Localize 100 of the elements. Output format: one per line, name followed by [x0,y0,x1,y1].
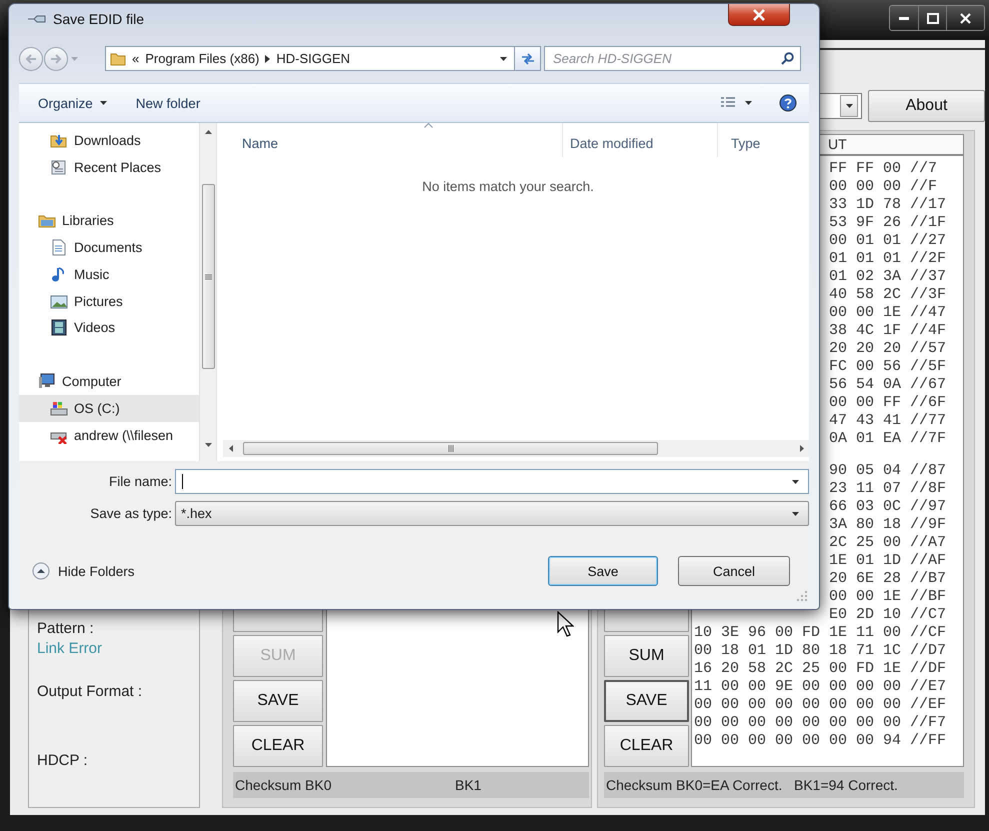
hex-line: 00 00 1E //47 [829,304,946,322]
hex-line: 47 43 41 //77 [829,412,946,430]
search-icon [781,52,794,65]
field-label: Save as type: [89,506,173,521]
hide-folders-button[interactable]: Hide Folders [30,560,137,582]
computer-icon [38,373,56,390]
back-button[interactable] [19,46,43,70]
resize-grip-icon [797,591,807,601]
hex-line: 3A 80 18 //9F [829,516,946,534]
help-icon [779,94,797,112]
recent-places-icon [50,158,68,176]
hex-line: 40 58 2C //3F [829,286,946,304]
minimize-icon [899,16,909,20]
column-header[interactable]: Date modified [563,123,718,157]
organize-menu[interactable]: Organize [38,92,108,114]
help-button[interactable] [779,94,797,112]
caret-icon [791,478,800,486]
hex-line: 00 00 00 00 00 00 00 00 //EF [694,696,946,714]
hex-line: FC 00 56 //5F [829,358,946,376]
hex-line: 00 01 01 //27 [829,232,946,250]
hex-line: 00 00 1E //BF [829,588,946,606]
caret-icon [499,54,508,62]
folder-icon [110,51,126,66]
field-label: File name: [108,474,173,489]
hex-line: 01 02 3A //37 [829,268,946,286]
dialog-button[interactable]: Cancel [678,556,790,586]
status-text: BK1 [455,777,482,793]
caret-icon [744,99,753,107]
nav-item[interactable]: Music [19,260,199,288]
nav-item[interactable]: andrew (\\filesen [19,422,199,449]
hex-line: 00 00 00 00 00 00 00 00 //F7 [694,714,946,732]
grip-icon [204,274,212,280]
close-icon [960,12,971,24]
refresh-button[interactable] [515,46,541,71]
chevron-right-icon [265,54,270,62]
forward-button[interactable] [44,46,68,70]
breadcrumb-item[interactable]: Program Files (x86) [145,51,260,66]
picture-icon [50,292,68,310]
breadcrumb-overflow[interactable]: « [132,51,140,66]
search-field[interactable]: Search HD-SIGGEN [544,46,801,71]
column-header[interactable]: Name [217,123,563,157]
status-text: Checksum BK0=EA Correct. [605,777,784,793]
collapse-up-icon [32,562,50,580]
hex-line: 11 00 00 9E 00 00 00 00 //E7 [694,678,946,696]
new-folder-button[interactable]: New folder [136,92,200,114]
back-arrow-icon [25,52,37,64]
close-button[interactable] [946,6,984,30]
block-button[interactable]: SAVE [604,680,689,722]
caret-icon [791,510,800,518]
address-bar[interactable]: « Program Files (x86) HD-SIGGEN [105,46,515,71]
nav-item[interactable]: Computer [19,368,199,395]
scroll-thumb[interactable] [202,184,214,369]
list-view-icon [720,96,736,110]
horizontal-scrollbar[interactable] [223,440,809,457]
scroll-left-icon [228,445,232,452]
about-button[interactable]: About [868,90,985,122]
document-icon [50,239,68,256]
hex-line: 00 00 00 //F [829,178,938,196]
nav-item[interactable]: OS (C:) [19,394,199,422]
hex-line: 38 4C 1F //4F [829,322,946,340]
hex-line: 00 18 01 1D 80 18 71 1C //D7 [694,642,946,660]
block-button[interactable]: CLEAR [604,725,689,767]
file-type-dropdown[interactable]: *.hex [175,501,809,526]
field-label: Output Format : [37,683,144,701]
window-app-icon [27,14,47,24]
text-caret [182,474,183,489]
minimize-button[interactable] [890,6,918,30]
hex-line: 0A 01 EA //7F [829,430,946,448]
caret-icon [844,102,854,110]
block-button[interactable]: SUM [604,635,689,677]
hex-line: 23 11 07 //8F [829,480,946,498]
film-icon [50,319,68,336]
nav-item[interactable]: Documents [19,234,199,261]
hex-line: 10 3E 96 00 FD 1E 11 00 //CF [694,624,946,642]
block-button[interactable]: SAVE [233,680,323,722]
hex-line: 53 9F 26 //1F [829,214,946,232]
maximize-button[interactable] [918,6,946,30]
block-button[interactable]: CLEAR [233,725,323,767]
nav-item[interactable]: Recent Places [19,154,199,181]
hex-line: 66 03 0C //97 [829,498,946,516]
nav-item[interactable]: Libraries [19,207,199,234]
field-label: HDCP : [37,752,89,770]
scroll-up-icon [204,130,212,134]
caret-icon [98,99,108,107]
dialog-button[interactable]: Save [548,556,658,586]
scroll-thumb[interactable] [243,442,658,455]
maximize-icon [926,12,938,24]
vertical-scrollbar[interactable] [199,123,216,461]
hex-line: 00 00 FF //6F [829,394,946,412]
hex-line: FF FF 00 //7 [829,160,938,178]
close-button[interactable] [728,4,790,26]
file-name-field[interactable] [175,469,809,494]
nav-item[interactable]: Pictures [19,288,199,315]
hex-line: 00 00 00 00 00 00 00 94 //FF [694,732,946,750]
hex-line: 56 54 0A //67 [829,376,946,394]
hex-line: 20 6E 28 //B7 [829,570,946,588]
breadcrumb-item[interactable]: HD-SIGGEN [276,51,350,66]
nav-item[interactable]: Downloads [19,127,199,154]
scroll-right-icon [800,445,804,452]
nav-item[interactable]: Videos [19,314,199,342]
